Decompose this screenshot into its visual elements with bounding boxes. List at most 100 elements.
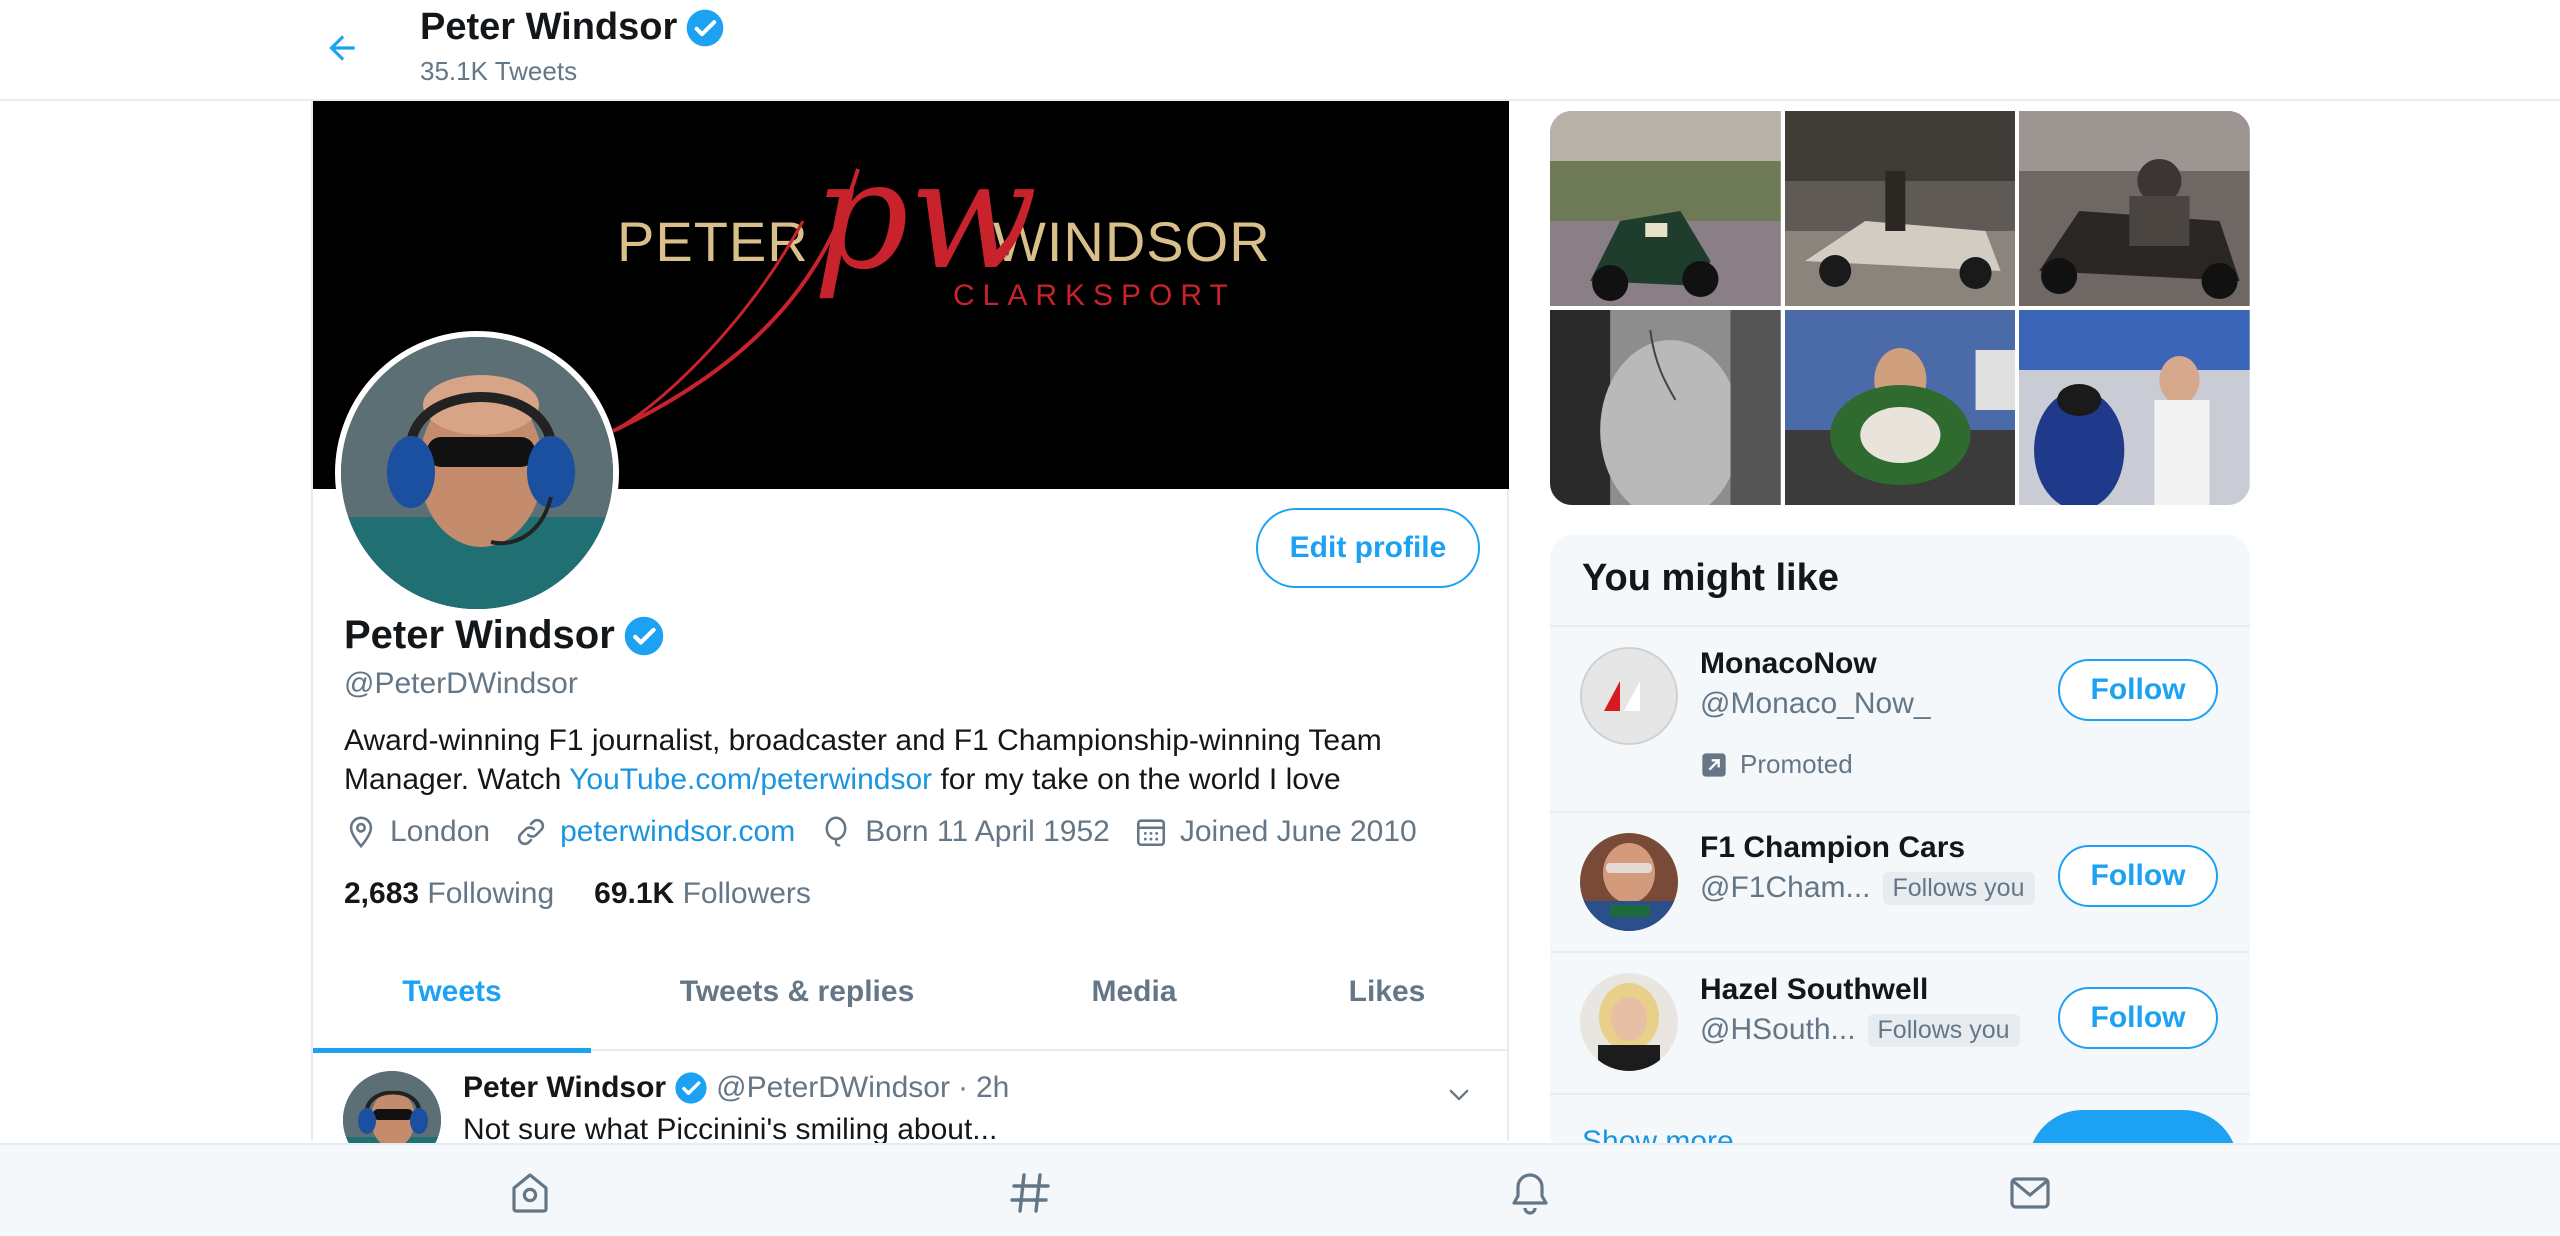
balloon-icon: [825, 816, 847, 847]
meta-joined: Joined June 2010: [1134, 815, 1417, 849]
header-title-row: Peter Windsor: [420, 6, 725, 49]
joined-text: Joined June 2010: [1179, 815, 1417, 848]
media-photo-mechanics: [2019, 111, 2250, 306]
profile-media-grid: [1550, 111, 2250, 505]
suggestion-avatar[interactable]: [1580, 973, 1678, 1071]
calendar-icon: [1136, 819, 1165, 847]
tweet-separator: ·: [957, 1071, 968, 1104]
media-thumbnail[interactable]: [1550, 111, 1781, 306]
profile-name-row: Peter Windsor: [344, 613, 665, 658]
suggestion-name[interactable]: F1 Champion Cars: [1700, 831, 1965, 865]
profile-counts: 2,683 Following 69.1K Followers: [344, 877, 811, 911]
followers-count-link[interactable]: 69.1K Followers: [594, 877, 811, 911]
tab-likes[interactable]: Likes: [1265, 933, 1509, 1051]
profile-bio: Award-winning F1 journalist, broadcaster…: [344, 721, 1464, 799]
home-icon: [512, 1173, 548, 1213]
following-count: 2,683: [344, 877, 420, 910]
profile-handle: @PeterDWindsor: [344, 667, 578, 700]
promoted-label: Promoted: [1700, 749, 1853, 780]
suggestion-item[interactable]: MonacoNow @Monaco_Now_ Promoted Follow: [1550, 627, 2250, 811]
follows-you-badge: Follows you: [1882, 871, 2035, 905]
tweet-author-handle[interactable]: @PeterDWindsor: [716, 1071, 950, 1105]
media-photo-pit-lane: [1784, 111, 2016, 306]
suggestion-handle: @Monaco_Now_: [1700, 687, 1931, 720]
website-link[interactable]: peterwindsor.com: [560, 815, 795, 849]
media-photo-driver-portrait: [1550, 310, 1781, 505]
suggestion-handle-row: @F1Cham... Follows you: [1700, 871, 2035, 905]
media-thumbnail[interactable]: [2019, 310, 2250, 505]
bio-youtube-link[interactable]: YouTube.com/peterwindsor: [569, 763, 932, 796]
tweet-header: Peter Windsor @PeterDWindsor · 2h: [463, 1071, 1009, 1105]
banner-monogram: pw: [813, 129, 1037, 303]
follow-button[interactable]: Follow: [2058, 987, 2218, 1049]
tweet-timestamp[interactable]: 2h: [976, 1071, 1009, 1105]
bio-text-part-2: for my take on the world I love: [932, 763, 1341, 796]
nav-messages[interactable]: [2000, 1163, 2060, 1223]
avatar-photo: [341, 337, 613, 609]
tab-tweets[interactable]: Tweets: [313, 933, 591, 1053]
tab-tweets-and-replies[interactable]: Tweets & replies: [591, 933, 1003, 1051]
back-arrow-icon: [329, 35, 355, 61]
tweet-more-button[interactable]: [1439, 1075, 1479, 1115]
media-thumbnail[interactable]: [1784, 111, 2016, 306]
profile-name: Peter Windsor: [344, 613, 615, 657]
tweet-author-name[interactable]: Peter Windsor: [463, 1071, 666, 1105]
born-text: Born 11 April 1952: [865, 815, 1110, 848]
suggestion-name[interactable]: MonacoNow: [1700, 647, 1877, 681]
meta-born: Born 11 April 1952: [819, 815, 1110, 849]
location-pin-icon: [349, 816, 373, 849]
verified-badge-icon: [675, 1072, 707, 1104]
following-label: Following: [427, 877, 555, 910]
meta-location: London: [344, 815, 490, 849]
suggestion-item[interactable]: Hazel Southwell @HSouth... Follows you F…: [1550, 953, 2250, 1093]
header-tweet-count: 35.1K Tweets: [420, 56, 578, 86]
follow-button[interactable]: Follow: [2058, 845, 2218, 907]
tab-media[interactable]: Media: [1003, 933, 1265, 1051]
follow-button[interactable]: Follow: [2058, 659, 2218, 721]
suggestion-item[interactable]: F1 Champion Cars @F1Cham... Follows you …: [1550, 813, 2250, 951]
profile-avatar[interactable]: [335, 331, 619, 615]
header-title: Peter Windsor: [420, 6, 678, 48]
profile-column: PETER WINDSOR CLARKSPORT pw Edit profile…: [311, 101, 1509, 1169]
nav-notifications[interactable]: [1500, 1163, 1560, 1223]
back-button[interactable]: [318, 24, 366, 72]
edit-profile-button[interactable]: Edit profile: [1256, 508, 1480, 588]
f1-champion-cars-avatar-photo: [1580, 833, 1678, 931]
suggestion-avatar[interactable]: [1580, 647, 1678, 745]
media-thumbnail[interactable]: [1550, 310, 1781, 505]
location-text: London: [390, 815, 491, 848]
suggestion-handle-row: @HSouth... Follows you: [1700, 1013, 2020, 1047]
media-photo-victory-wreath: [1784, 310, 2016, 505]
profile-meta: London peterwindsor.com Born 11 April 19…: [344, 815, 1441, 849]
banner-left-word: PETER: [617, 210, 809, 273]
suggestion-handle-row: @Monaco_Now_: [1700, 687, 1931, 721]
divider: [1550, 1093, 2250, 1095]
media-thumbnail[interactable]: [2019, 111, 2250, 306]
who-to-follow-title: You might like: [1582, 557, 1839, 599]
chevron-down-icon: [1449, 1089, 1469, 1101]
promoted-text: Promoted: [1740, 749, 1853, 779]
messages-envelope-icon: [2010, 1177, 2050, 1209]
media-thumbnail[interactable]: [1784, 310, 2016, 505]
following-count-link[interactable]: 2,683 Following: [344, 877, 554, 911]
media-photo-goodyear-crew: [2019, 310, 2250, 505]
suggestion-avatar[interactable]: [1580, 833, 1678, 931]
followers-label: Followers: [682, 877, 811, 910]
bottom-navigation: [0, 1143, 2560, 1236]
hazel-southwell-avatar-photo: [1580, 973, 1678, 1071]
link-icon: [518, 818, 545, 846]
follows-you-badge: Follows you: [1867, 1013, 2020, 1047]
explore-hash-icon: [1010, 1173, 1050, 1213]
verified-badge-icon: [624, 616, 664, 655]
media-photo-race-car: [1550, 111, 1781, 306]
tweet-text: Not sure what Piccinini's smiling about.…: [463, 1113, 998, 1146]
nav-home[interactable]: [500, 1163, 560, 1223]
nav-explore[interactable]: [1000, 1163, 1060, 1223]
monaconow-logo-icon: [1582, 649, 1676, 743]
meta-website: peterwindsor.com: [514, 815, 795, 849]
verified-badge-icon: [686, 9, 724, 46]
suggestion-handle: @HSouth...: [1700, 1013, 1856, 1046]
suggestion-handle: @F1Cham...: [1700, 871, 1871, 904]
suggestion-name[interactable]: Hazel Southwell: [1700, 973, 1928, 1007]
top-header: Peter Windsor 35.1K Tweets: [0, 0, 2560, 101]
